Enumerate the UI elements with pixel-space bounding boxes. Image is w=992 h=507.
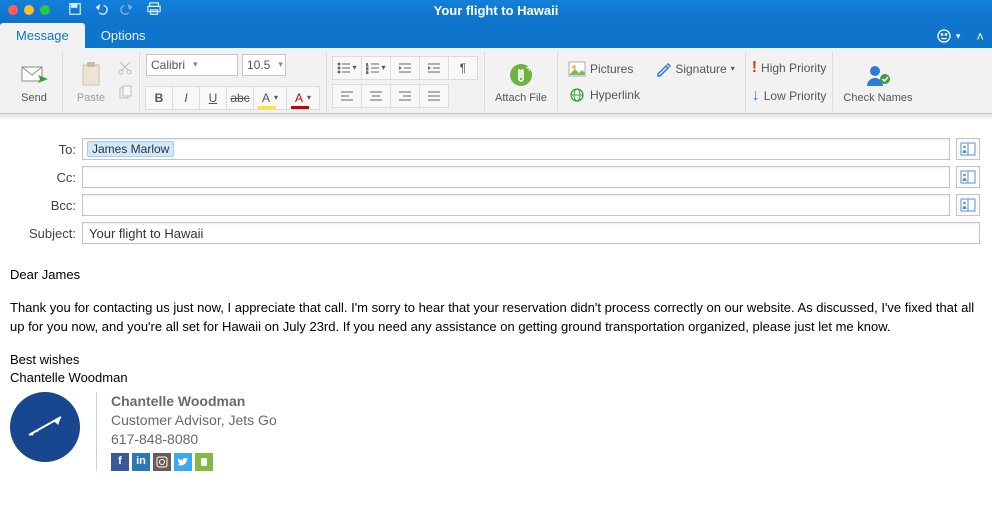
body-greeting: Dear James <box>10 266 982 285</box>
strikethrough-button[interactable]: abc <box>226 86 254 110</box>
address-section: To: James Marlow Cc: Bcc: Subject: Your … <box>0 120 992 254</box>
subject-label: Subject: <box>12 226 76 241</box>
copy-icon[interactable] <box>117 85 133 104</box>
to-field[interactable]: James Marlow <box>82 138 950 160</box>
subject-field[interactable]: Your flight to Hawaii <box>82 222 980 244</box>
body-closing: Best wishes Chantelle Woodman <box>10 351 982 389</box>
message-body-editor[interactable]: Dear James Thank you for contacting us j… <box>0 254 992 487</box>
tab-options[interactable]: Options <box>85 23 162 48</box>
facebook-icon[interactable]: f <box>111 453 129 471</box>
signature-button[interactable]: Signature ▾ <box>651 59 738 79</box>
check-names-button[interactable]: Check Names <box>839 57 916 106</box>
show-marks-button[interactable]: ¶ <box>448 56 478 80</box>
paste-label: Paste <box>77 92 105 104</box>
font-size-select[interactable]: 10.5▾ <box>242 54 286 76</box>
font-family-select[interactable]: Calibri▾ <box>146 54 238 76</box>
cc-label: Cc: <box>12 170 76 185</box>
underline-button[interactable]: U <box>199 86 227 110</box>
send-label: Send <box>21 92 47 104</box>
window-controls <box>8 5 50 15</box>
paste-button[interactable]: Paste <box>69 57 113 106</box>
increase-indent-button[interactable] <box>419 56 449 80</box>
check-names-label: Check Names <box>843 92 912 104</box>
twitter-icon[interactable] <box>174 453 192 471</box>
close-window-button[interactable] <box>8 5 18 15</box>
svg-text:3: 3 <box>366 70 369 74</box>
feedback-smiley-icon[interactable]: ▾ <box>928 28 969 48</box>
to-label: To: <box>12 142 76 157</box>
window-titlebar: Your flight to Hawaii <box>0 0 992 20</box>
undo-icon[interactable] <box>94 2 108 19</box>
body-paragraph: Thank you for contacting us just now, I … <box>10 299 982 337</box>
hyperlink-button[interactable]: Hyperlink <box>564 85 739 105</box>
to-address-book-button[interactable] <box>956 138 980 160</box>
align-right-button[interactable] <box>390 84 420 108</box>
cc-field[interactable] <box>82 166 950 188</box>
redo-icon[interactable] <box>120 2 134 19</box>
blog-icon[interactable] <box>195 453 213 471</box>
decrease-indent-button[interactable] <box>390 56 420 80</box>
cc-address-book-button[interactable] <box>956 166 980 188</box>
highlight-button[interactable]: A ▾ <box>253 86 287 110</box>
linkedin-icon[interactable]: in <box>132 453 150 471</box>
print-icon[interactable] <box>146 2 162 19</box>
bcc-address-book-button[interactable] <box>956 194 980 216</box>
align-left-button[interactable] <box>332 84 362 108</box>
instagram-icon[interactable] <box>153 453 171 471</box>
signature-title: Customer Advisor, Jets Go <box>111 411 277 430</box>
ribbon: Send Paste Calibri▾ 10.5▾ <box>0 48 992 114</box>
align-center-button[interactable] <box>361 84 391 108</box>
svg-text:+: + <box>526 62 533 75</box>
numbered-list-button[interactable]: 123 ▾ <box>361 56 391 80</box>
collapse-ribbon-icon[interactable]: ˄ <box>968 29 992 48</box>
minimize-window-button[interactable] <box>24 5 34 15</box>
italic-button[interactable]: I <box>172 86 200 110</box>
font-color-button[interactable]: A ▾ <box>286 86 320 110</box>
bold-button[interactable]: B <box>145 86 173 110</box>
attach-file-label: Attach File <box>495 92 547 104</box>
align-justify-button[interactable] <box>419 84 449 108</box>
attach-file-button[interactable]: + Attach File <box>491 57 551 106</box>
ribbon-tabstrip: Message Options ▾ ˄ <box>0 20 992 48</box>
maximize-window-button[interactable] <box>40 5 50 15</box>
tab-message[interactable]: Message <box>0 23 85 48</box>
recipient-chip[interactable]: James Marlow <box>87 141 174 157</box>
bulleted-list-button[interactable]: ▾ <box>332 56 362 80</box>
signature-social-row: f in <box>111 453 277 471</box>
signature-block: Chantelle Woodman Customer Advisor, Jets… <box>10 392 982 471</box>
cut-icon[interactable] <box>117 60 133 79</box>
signature-name: Chantelle Woodman <box>111 392 277 411</box>
low-priority-button[interactable]: ↓Low Priority <box>752 85 827 107</box>
high-priority-button[interactable]: !High Priority <box>752 57 827 79</box>
signature-logo-icon <box>10 392 80 462</box>
bcc-field[interactable] <box>82 194 950 216</box>
signature-phone: 617-848-8080 <box>111 430 277 449</box>
bcc-label: Bcc: <box>12 198 76 213</box>
send-button[interactable]: Send <box>12 57 56 106</box>
pictures-button[interactable]: Pictures <box>564 59 637 79</box>
save-icon[interactable] <box>68 2 82 19</box>
